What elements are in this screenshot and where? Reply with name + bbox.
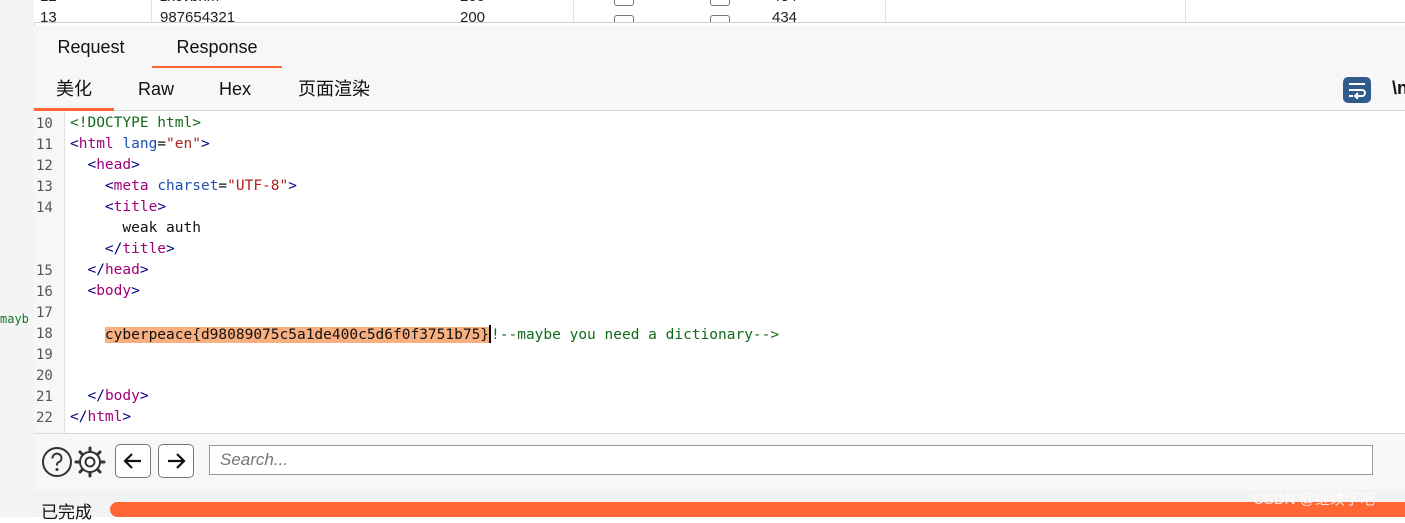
cell-status: 200 [460,0,485,5]
message-tabs: Request Response [34,26,1405,69]
page-title-text: weak auth [122,220,201,236]
progress-bar [110,502,1405,517]
search-input[interactable] [209,445,1373,475]
code-line-meta: <meta charset="UTF-8"> [104,178,298,194]
line-number: 19 [36,347,53,363]
tab-pretty[interactable]: 美化 [34,68,114,111]
line-number: 12 [36,158,53,174]
previous-match-button[interactable] [115,444,151,478]
code-line-title-close: </title> [104,241,175,257]
code-line-head-open: <head> [87,157,140,173]
error-checkbox[interactable] [614,0,634,6]
left-panel-edge [0,0,35,517]
newline-toggle[interactable]: \n [1392,78,1405,99]
response-editor[interactable]: 10 11 12 13 14 15 16 17 18 19 20 21 22 <… [34,111,1405,434]
html-comment: !--maybe you need a dictionary--> [491,327,780,343]
code-line-body-open: <body> [87,283,140,299]
view-mode-tabs: 美化 Raw Hex 页面渲染 \n [34,68,1405,111]
line-number: 15 [36,263,53,279]
left-panel-text: mayb [0,312,29,326]
arrow-right-icon [168,453,186,469]
line-number: 11 [36,137,53,153]
line-number: 21 [36,389,53,405]
cell-request-number: 12 [40,0,57,5]
wrap-lines-icon [1349,83,1366,99]
settings-gear-icon[interactable] [74,446,106,478]
cell-status: 200 [460,9,486,23]
doctype-declaration: <!DOCTYPE html> [70,115,201,131]
code-line-html-open: <html lang="en"> [70,136,210,152]
code-line-title-open: <title> [104,199,167,215]
word-wrap-button[interactable] [1343,77,1371,103]
tab-request[interactable]: Request [44,26,138,66]
cell-length: 434 [772,9,798,23]
cell-length: 434 [772,0,797,5]
arrow-left-icon [123,453,141,469]
charset-value: UTF-8 [235,178,280,194]
results-table: 12 zxcvbnm 200 434 13 987654321 200 434 [34,0,1405,23]
line-number: 14 [36,200,53,216]
line-number-gutter: 10 11 12 13 14 15 16 17 18 19 20 21 22 [34,111,65,433]
code-line-head-close: </head> [87,262,149,278]
search-toolbar [34,434,1405,490]
line-number: 17 [36,305,53,321]
line-number: 10 [36,116,53,132]
watermark-text: CSDN @继续学吧 [1253,491,1375,508]
code-line-doctype: <!DOCTYPE html> [70,115,201,131]
cell-payload: zxcvbnm [160,0,219,5]
code-line-title-text: weak auth [70,220,201,236]
tab-raw[interactable]: Raw [124,68,188,108]
tab-render[interactable]: 页面渲染 [284,68,384,108]
line-number: 22 [36,410,53,426]
line-number: 13 [36,179,53,195]
cell-payload: 987654321 [160,9,236,23]
table-row[interactable]: 13 987654321 200 434 [34,9,1405,23]
status-text: 已完成 [41,503,92,522]
help-icon[interactable] [41,446,73,478]
line-number: 18 [36,326,53,342]
tab-hex[interactable]: Hex [204,68,266,108]
tab-response[interactable]: Response [152,26,282,69]
status-bar: 已完成 [34,490,1405,522]
next-match-button[interactable] [158,444,194,478]
timeout-checkbox[interactable] [710,0,730,6]
timeout-checkbox[interactable] [710,15,730,22]
code-line-html-close: </html> [70,409,132,425]
html-lang-value: en [174,136,193,152]
flag-selection: cyberpeace{d98089075c5a1de400c5d6f0f3751… [104,327,490,343]
code-line-body-close: </body> [87,388,149,404]
line-number: 16 [36,284,53,300]
line-number: 20 [36,368,53,384]
cell-request-number: 13 [40,9,57,23]
error-checkbox[interactable] [614,15,634,22]
code-line-flag: cyberpeace{d98089075c5a1de400c5d6f0f3751… [70,325,779,343]
